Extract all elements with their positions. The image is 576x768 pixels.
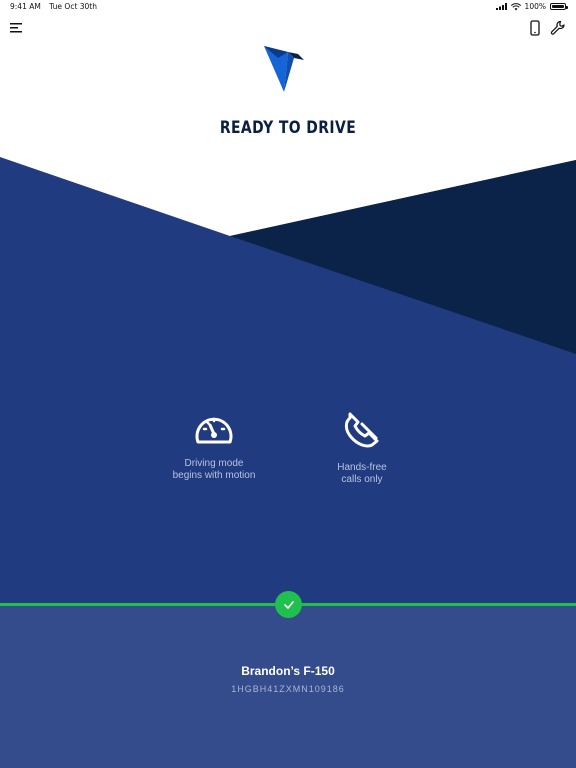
status-time: 9:41 AM — [10, 2, 41, 11]
menu-icon[interactable] — [10, 22, 24, 34]
brand-logo-icon — [264, 46, 304, 92]
vehicle-name[interactable]: Brandon’s F-150 — [0, 664, 576, 678]
connected-check-badge — [275, 591, 302, 618]
phone-handset-icon — [344, 412, 379, 448]
page-title: READY TO DRIVE — [219, 118, 357, 138]
feature-hands-free: Hands-free calls only — [306, 412, 418, 486]
signal-icon — [495, 3, 507, 10]
battery-percent: 100% — [524, 2, 546, 11]
wrench-icon[interactable] — [550, 20, 566, 36]
device-phone-icon[interactable] — [528, 20, 542, 36]
status-bar: 9:41 AM Tue Oct 30th 100% — [0, 0, 576, 14]
status-date: Tue Oct 30th — [49, 2, 98, 11]
feature-driving-label: Driving mode begins with motion — [172, 458, 256, 481]
checkmark-icon — [283, 600, 294, 609]
speedometer-icon — [195, 417, 233, 444]
feature-hands-free-label: Hands-free calls only — [337, 462, 387, 485]
feature-driving-mode: Driving mode begins with motion — [158, 412, 270, 482]
wifi-icon — [510, 2, 521, 10]
vehicle-vin: 1HGBH41ZXMN109186 — [231, 684, 345, 694]
battery-icon — [550, 3, 568, 10]
